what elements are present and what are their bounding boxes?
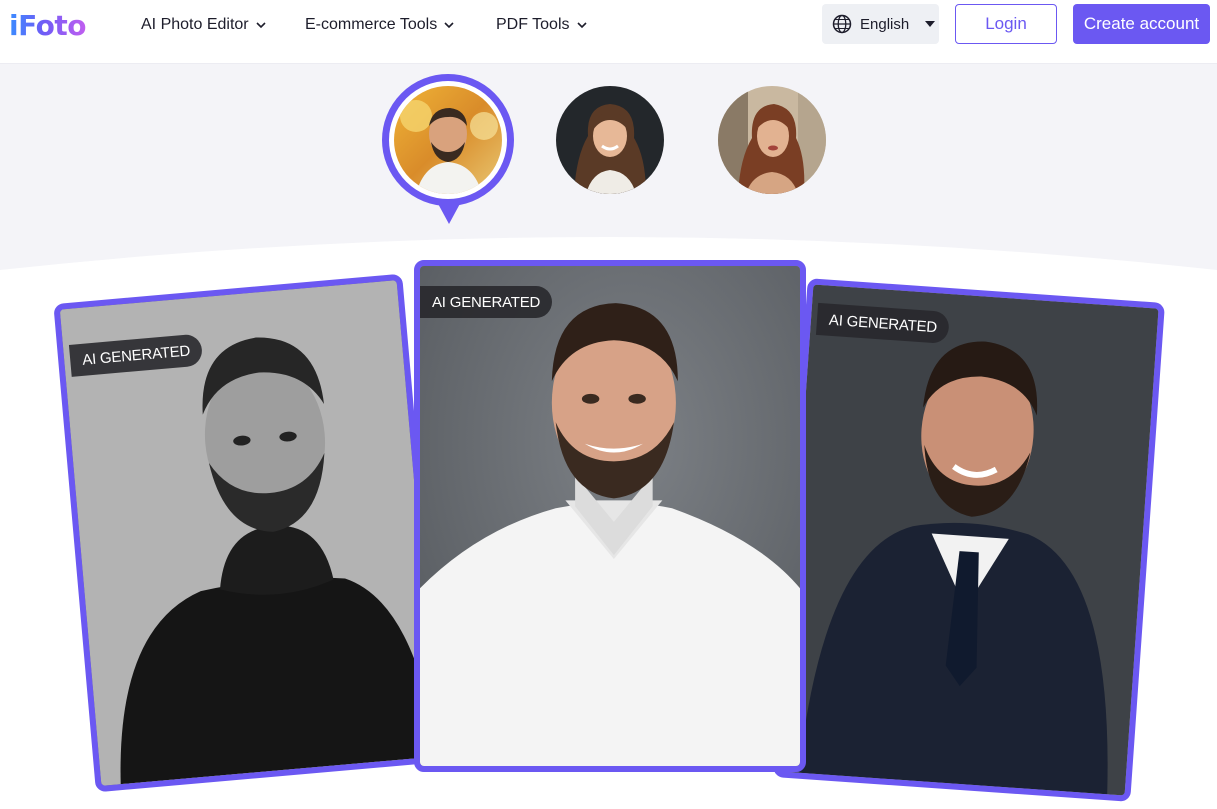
create-account-button[interactable]: Create account bbox=[1073, 4, 1210, 44]
avatar-woman-brunette[interactable] bbox=[556, 86, 664, 194]
chevron-down-icon bbox=[444, 22, 454, 29]
avatar-man-photo bbox=[394, 86, 502, 194]
nav-pdf-tools[interactable]: PDF Tools bbox=[496, 12, 587, 38]
avatar-woman-redhead-photo bbox=[718, 86, 826, 194]
avatar-woman-brunette-photo bbox=[556, 86, 664, 194]
result-card-left[interactable]: AI GENERATED bbox=[53, 273, 445, 793]
language-selector[interactable]: English bbox=[822, 4, 939, 44]
portrait-suit bbox=[779, 284, 1159, 796]
result-card-right[interactable]: AI GENERATED bbox=[772, 278, 1166, 802]
top-header: iFoto AI Photo Editor E-commerce Tools P… bbox=[0, 0, 1217, 64]
nav-ecommerce-tools[interactable]: E-commerce Tools bbox=[305, 12, 454, 38]
chevron-down-icon bbox=[256, 22, 266, 29]
nav-ai-photo-editor[interactable]: AI Photo Editor bbox=[141, 12, 266, 38]
nav-ai-photo-editor-label: AI Photo Editor bbox=[141, 16, 249, 33]
nav-ecommerce-tools-label: E-commerce Tools bbox=[305, 16, 438, 33]
ai-generated-badge: AI GENERATED bbox=[420, 286, 553, 318]
language-label: English bbox=[860, 15, 910, 33]
ifoto-logo[interactable]: iFoto bbox=[9, 6, 86, 46]
result-card-center[interactable]: AI GENERATED bbox=[414, 260, 806, 772]
nav-pdf-tools-label: PDF Tools bbox=[496, 16, 570, 33]
avatar-woman-redhead[interactable] bbox=[718, 86, 826, 194]
avatar-man[interactable] bbox=[394, 86, 502, 194]
login-button[interactable]: Login bbox=[955, 4, 1057, 44]
caret-down-icon bbox=[925, 21, 936, 27]
globe-icon bbox=[832, 14, 852, 34]
portrait-white-shirt bbox=[420, 266, 800, 766]
chevron-down-icon bbox=[576, 22, 587, 29]
